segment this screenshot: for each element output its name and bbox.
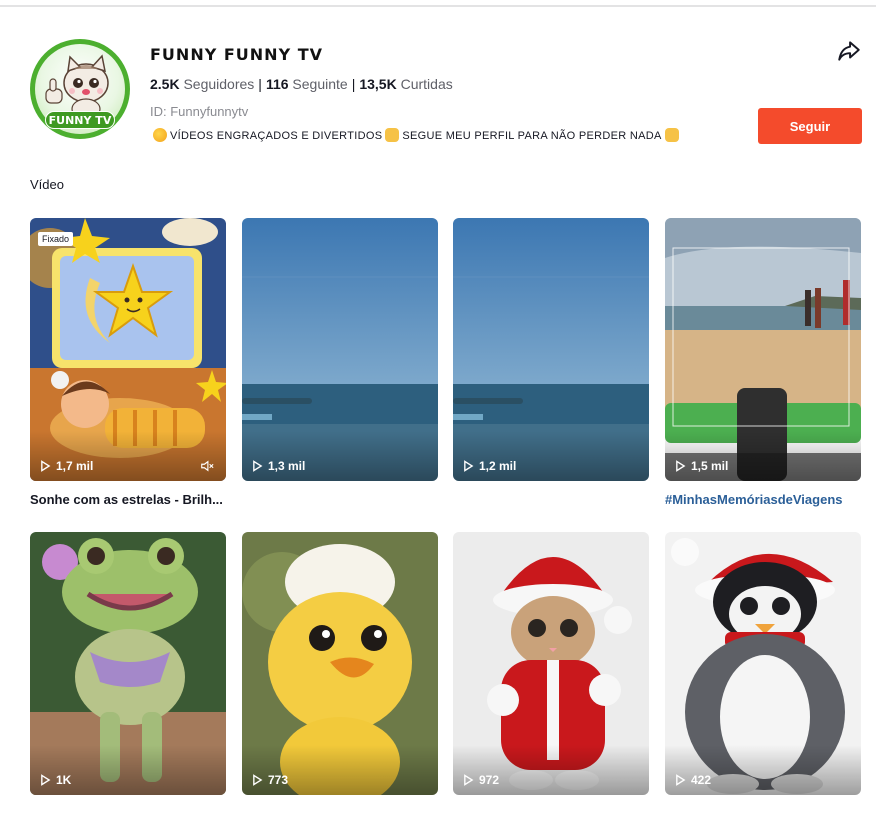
play-icon [464,460,474,472]
followers-label[interactable]: Seguidores [183,76,254,92]
profile-avatar[interactable]: FUNNY TV [30,39,130,139]
play-icon [253,774,263,786]
likes-count: 13,5K [359,76,397,92]
video-views: 1K [40,773,71,787]
bio-text-part1: VÍDEOS ENGRAÇADOS E DIVERTIDOS [170,130,383,142]
bio-text-part2: SEGUE MEU PERFIL PARA NÃO PERDER NADA [402,130,662,142]
play-icon [676,774,686,786]
profile-bio: VÍDEOS ENGRAÇADOS E DIVERTIDOS SEGUE MEU … [150,128,682,142]
thumbnail-shade [30,745,226,795]
video-card-7[interactable]: 972 [453,532,649,795]
video-card-3[interactable]: 1,2 mil [453,218,649,481]
profile-id: ID: Funnyfunnytv [150,104,249,119]
following-label[interactable]: Seguinte [292,76,347,92]
thumbnail-shade [30,431,226,481]
video-views: 422 [675,773,711,787]
views-count: 1K [56,773,72,787]
followers-count[interactable]: 2.5K [150,76,180,92]
play-icon [464,774,474,786]
mute-icon[interactable] [200,459,214,473]
profile-stats: 2.5K Seguidores | 116 Seguinte | 13,5K Curti… [150,76,453,92]
share-icon[interactable] [836,38,862,64]
stats-separator: | [351,76,356,92]
thumbnail-shade [242,431,438,481]
thumbnail-shade [665,745,861,795]
likes-label: Curtidas [400,76,453,92]
video-card-2[interactable]: 1,3 mil [242,218,438,481]
thumbnail-shade [665,431,861,481]
video-caption-1[interactable]: Sonhe com as estrelas - Brilh... [30,492,223,507]
video-card-1[interactable]: Fixado 1,7 mil [30,218,226,481]
play-icon [676,460,686,472]
video-card-4[interactable]: 1,5 mil [665,218,861,481]
views-count: 1,5 mil [691,459,729,473]
thumbnail-shade [453,745,649,795]
avatar-badge: FUNNY TV [45,111,115,129]
thumbnail-shade [242,745,438,795]
video-views: 773 [252,773,288,787]
views-count: 1,2 mil [479,459,517,473]
following-count[interactable]: 116 [266,76,289,92]
play-icon [41,460,51,472]
follow-button[interactable]: Seguir [758,108,862,144]
pointing-hand-emoji-icon [664,128,679,142]
views-count: 1,7 mil [56,459,94,473]
videos-section-title: Vídeo [30,177,64,192]
thumbnail-shade [453,431,649,481]
video-views: 1,5 mil [675,459,728,473]
video-card-6[interactable]: 773 [242,532,438,795]
views-count: 422 [691,773,712,787]
video-views: 972 [463,773,499,787]
views-count: 773 [268,773,289,787]
laughing-face-emoji-icon [153,128,167,142]
top-divider [0,5,876,7]
video-card-8[interactable]: 422 [665,532,861,795]
video-views: 1,2 mil [463,459,516,473]
pinned-badge: Fixado [38,232,74,246]
play-icon [253,460,263,472]
video-views: 1,7 mil [40,459,93,473]
views-count: 1,3 mil [268,459,306,473]
video-views: 1,3 mil [252,459,305,473]
pointing-hand-emoji-icon [385,128,400,142]
profile-name: FUNNY FUNNY TV [150,45,324,64]
play-icon [41,774,51,786]
views-count: 972 [479,773,500,787]
video-caption-4-hashtag[interactable]: #MinhasMemóriasdeViagens [665,492,843,507]
video-card-5[interactable]: 1K [30,532,226,795]
stats-separator: | [258,76,262,92]
